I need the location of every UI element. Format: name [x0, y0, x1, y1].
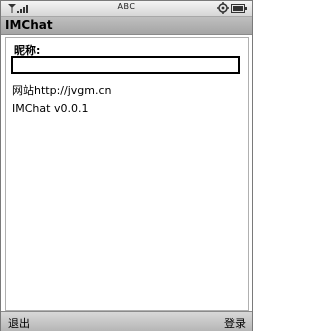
- battery-icon: [231, 4, 247, 13]
- gear-icon: [217, 2, 229, 14]
- exit-softkey[interactable]: 退出: [8, 315, 30, 331]
- softkey-bar: 退出 登录: [1, 311, 252, 331]
- version-text: IMChat v0.0.1: [12, 102, 89, 115]
- status-bar: ABC: [1, 1, 252, 17]
- nickname-input[interactable]: [11, 56, 240, 74]
- phone-screen: ABC IMChat 昵称: 网站http://jvgm.cn IMChat v…: [0, 0, 253, 331]
- input-mode-indicator: ABC: [117, 2, 136, 11]
- login-form: 昵称: 网站http://jvgm.cn IMChat v0.0.1: [5, 37, 249, 311]
- app-title: IMChat: [5, 18, 53, 32]
- login-softkey[interactable]: 登录: [224, 315, 246, 331]
- title-bar: IMChat: [1, 17, 252, 35]
- website-text: 网站http://jvgm.cn: [12, 84, 112, 97]
